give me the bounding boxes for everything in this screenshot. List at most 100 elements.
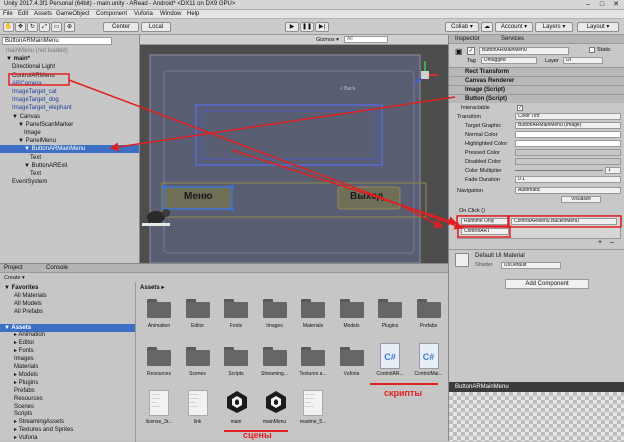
project-tree-item[interactable]: Scenes	[0, 403, 135, 411]
folder-icon[interactable]	[415, 296, 443, 320]
layout-button[interactable]: Layout ▾	[577, 22, 619, 32]
project-tree-item[interactable]: ▼ Favorites	[0, 284, 135, 292]
menu-component[interactable]: Component	[96, 11, 127, 17]
project-tree-item[interactable]: ▸ Textures and Sprites	[0, 426, 135, 434]
navigation-dropdown[interactable]: Automatic	[515, 187, 621, 194]
add-event-button[interactable]: +	[598, 239, 602, 246]
project-tree-item[interactable]: ▸ StreamingAssets	[0, 418, 135, 426]
collab-button[interactable]: Collab ▾	[445, 22, 479, 32]
rect-tool-button[interactable]: ▭	[51, 22, 62, 32]
static-checkbox[interactable]	[589, 47, 595, 53]
hand-tool-button[interactable]: ✋	[3, 22, 14, 32]
hierarchy-item[interactable]: ControlARMenu	[0, 72, 139, 80]
scene-search-input[interactable]: All	[344, 36, 388, 43]
project-tree-item[interactable]: Materials	[0, 363, 135, 371]
hierarchy-item[interactable]: ▼ PanelMenu	[0, 137, 139, 145]
project-tree-item[interactable]: ▸ Editor	[0, 339, 135, 347]
scene-menu-button[interactable]: Меню	[184, 191, 212, 202]
gizmos-dropdown[interactable]: Gizmos ▾	[316, 37, 339, 43]
hierarchy-item[interactable]: mainMenu (not loaded)	[0, 47, 139, 55]
hierarchy-item[interactable]: ▼ main*	[0, 55, 139, 63]
project-tree-item[interactable]: All Models	[0, 300, 135, 308]
function-dropdown[interactable]: ControlARMenu.BackInMenu	[511, 218, 617, 225]
transform-tool-button[interactable]: ⊕	[64, 22, 75, 32]
hierarchy-search-input[interactable]: ButtonARMainMenu	[2, 37, 112, 45]
project-tree-item[interactable]: Images	[0, 355, 135, 363]
color-multiplier-field[interactable]: 1	[605, 167, 621, 174]
maximize-button[interactable]: □	[596, 0, 608, 9]
menu-window[interactable]: Window	[160, 11, 181, 17]
hierarchy-item[interactable]: ImageTarget_cat	[0, 88, 139, 96]
folder-icon[interactable]	[222, 296, 250, 320]
remove-event-button[interactable]: –	[610, 239, 614, 246]
tab-console[interactable]: Console	[46, 265, 68, 271]
unity-scene-icon[interactable]	[226, 390, 248, 414]
component-button[interactable]: Button (Script)	[449, 94, 624, 103]
menu-assets[interactable]: Assets	[34, 11, 52, 17]
menu-gameobject[interactable]: GameObject	[56, 11, 90, 17]
hierarchy-item[interactable]: ▼ ButtonARExit	[0, 162, 139, 170]
hierarchy-item[interactable]: ARCamera	[0, 80, 139, 88]
hierarchy-item[interactable]: EventSystem	[0, 178, 139, 186]
move-tool-button[interactable]: ✥	[15, 22, 26, 32]
scale-tool-button[interactable]: ⤢	[39, 22, 50, 32]
project-tree-item[interactable]: Scripts	[0, 410, 135, 418]
project-tree-item[interactable]: All Prefabs	[0, 308, 135, 316]
menu-file[interactable]: File	[3, 11, 13, 17]
tab-project[interactable]: Project	[4, 265, 23, 271]
component-canvas-renderer[interactable]: Canvas Renderer	[449, 76, 624, 85]
disabled-color-swatch[interactable]	[515, 158, 621, 165]
project-tree-item[interactable]: ▸ Models	[0, 371, 135, 379]
folder-icon[interactable]	[184, 344, 212, 368]
folder-icon[interactable]	[299, 344, 327, 368]
tab-services[interactable]: Services	[501, 36, 524, 42]
component-rect-transform[interactable]: Rect Transform	[449, 67, 624, 76]
folder-icon[interactable]	[376, 296, 404, 320]
hierarchy-item[interactable]: ▼ ButtonARMainMenu	[0, 145, 139, 154]
visualize-button[interactable]: Visualize	[561, 196, 601, 203]
highlighted-color-swatch[interactable]	[515, 140, 621, 147]
text-document-icon[interactable]: ——— ——— —— ———	[187, 390, 208, 416]
csharp-script-icon[interactable]: C#	[380, 343, 400, 369]
fade-duration-field[interactable]: 0.1	[515, 176, 621, 183]
menu-vuforia[interactable]: Vuforia	[134, 11, 153, 17]
shader-dropdown[interactable]: UI/Default	[501, 262, 561, 269]
scene-view[interactable]: < Back Меню Выход	[140, 35, 448, 263]
folder-icon[interactable]	[261, 344, 289, 368]
active-checkbox[interactable]: ✓	[467, 47, 475, 55]
minimize-button[interactable]: –	[582, 0, 594, 9]
project-tree-item[interactable]	[0, 316, 135, 324]
pressed-color-swatch[interactable]	[515, 149, 621, 156]
tab-inspector[interactable]: Inspector	[455, 36, 480, 42]
object-name-field[interactable]: ButtonARMainMenu	[479, 47, 569, 55]
normal-color-swatch[interactable]	[515, 131, 621, 138]
project-tree-item[interactable]: Resources	[0, 395, 135, 403]
project-tree-item[interactable]: ▼ Assets	[0, 323, 135, 332]
project-tree-item[interactable]: ▸ Fonts	[0, 347, 135, 355]
unity-scene-icon[interactable]	[265, 390, 287, 414]
menu-help[interactable]: Help	[187, 11, 199, 17]
pause-button[interactable]: ❚❚	[300, 22, 314, 32]
folder-icon[interactable]	[222, 344, 250, 368]
folder-icon[interactable]	[145, 296, 173, 320]
csharp-script-icon[interactable]: C#	[418, 343, 439, 369]
folder-icon[interactable]	[184, 296, 212, 320]
menu-edit[interactable]: Edit	[18, 11, 28, 17]
interactable-checkbox[interactable]: ✓	[517, 105, 523, 111]
local-global-button[interactable]: Local	[141, 22, 171, 32]
tag-dropdown[interactable]: Untagged	[481, 57, 537, 64]
cloud-button[interactable]: ☁	[481, 22, 493, 32]
hierarchy-item[interactable]: Text	[0, 170, 139, 178]
layer-dropdown[interactable]: UI	[563, 57, 603, 64]
folder-icon[interactable]	[299, 296, 327, 320]
hierarchy-item[interactable]: Directional Light	[0, 63, 139, 71]
folder-icon[interactable]	[261, 296, 289, 320]
project-tree-item[interactable]: ▸ Animation	[0, 331, 135, 339]
component-image[interactable]: Image (Script)	[449, 85, 624, 94]
folder-icon[interactable]	[338, 344, 366, 368]
project-tree-item[interactable]: ▸ Plugins	[0, 379, 135, 387]
folder-icon[interactable]	[145, 344, 173, 368]
target-graphic-field[interactable]: ButtonARMainMenu (Image)	[515, 122, 621, 129]
folder-icon[interactable]	[338, 296, 366, 320]
pivot-center-button[interactable]: Center	[103, 22, 139, 32]
